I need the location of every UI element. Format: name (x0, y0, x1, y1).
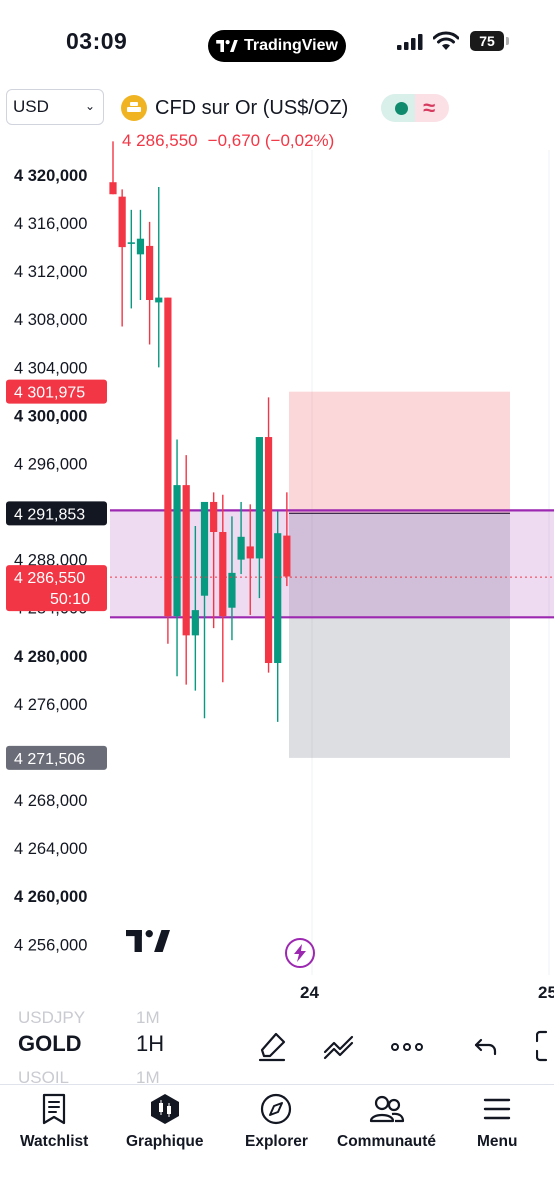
y-axis-tick-label: 4 316,000 (14, 215, 87, 233)
position-target-zone (289, 391, 510, 514)
tab-explorer[interactable]: Explorer (245, 1093, 308, 1151)
candle (155, 187, 163, 368)
watchlist-icon (43, 1093, 66, 1125)
candle (127, 209, 135, 309)
tradingview-watermark-icon (126, 930, 170, 952)
currency-select[interactable]: USD ⌄ (6, 89, 104, 125)
brush-icon[interactable] (256, 1030, 288, 1062)
y-axis-tick-label: 4 276,000 (14, 696, 87, 714)
tab-menu-label: Menu (477, 1133, 518, 1150)
y-axis-tick-label: 4 300,000 (14, 407, 87, 425)
tab-menu[interactable]: Menu (477, 1093, 517, 1151)
symbol-title[interactable]: CFD sur Or (US$/OZ) (121, 94, 348, 122)
compass-icon (261, 1093, 292, 1125)
y-axis-tick-label: 4 304,000 (14, 359, 87, 377)
symbol-current[interactable]: GOLD (18, 1031, 82, 1057)
symbol-prev[interactable]: USDJPY (18, 1008, 85, 1028)
candle (118, 189, 126, 327)
tab-bar: Watchlist Graphique Explorer Communauté (0, 1084, 554, 1200)
candle (173, 439, 181, 677)
price-tag-label: 4 271,506 (14, 751, 85, 768)
y-axis-tick-label: 4 256,000 (14, 936, 87, 954)
price-tag-countdown: 50:10 (50, 591, 90, 608)
date-label-24: 24 (300, 983, 319, 1002)
price-summary: 4 286,550 −0,670 (−0,02%) (122, 131, 334, 151)
tab-watchlist-label: Watchlist (20, 1133, 89, 1150)
y-axis-tick-label: 4 320,000 (14, 167, 87, 185)
menu-icon (484, 1098, 511, 1120)
timeframe-current[interactable]: 1H (136, 1031, 164, 1057)
approx-data-icon: ≈ (423, 95, 436, 120)
candle (164, 297, 172, 644)
price-tag-label: 4 286,550 (14, 570, 85, 587)
undo-icon[interactable] (472, 1030, 500, 1062)
y-axis-tick-label: 4 308,000 (14, 311, 87, 329)
last-price: 4 286,550 (122, 131, 198, 150)
more-options-icon[interactable] (390, 1030, 424, 1062)
y-axis-tick-label: 4 312,000 (14, 263, 87, 281)
tab-watchlist[interactable]: Watchlist (20, 1093, 88, 1151)
tab-communaute-label: Communauté (337, 1133, 437, 1150)
price-change: −0,670 (−0,02%) (207, 131, 335, 150)
symbol-name: CFD sur Or (US$/OZ) (155, 96, 349, 119)
market-status-chip[interactable]: ≈ (381, 94, 449, 122)
price-tag-label: 4 301,975 (14, 385, 85, 402)
date-label-25: 25 (538, 983, 554, 1002)
tab-communaute[interactable]: Communauté (337, 1093, 436, 1151)
currency-value: USD (13, 97, 49, 116)
flash-button[interactable] (285, 938, 315, 968)
candle (182, 455, 190, 685)
y-axis-tick-label: 4 260,000 (14, 888, 87, 906)
y-axis-tick-label: 4 264,000 (14, 840, 87, 858)
market-open-dot-icon (394, 101, 408, 115)
chevron-down-icon: ⌄ (84, 99, 95, 113)
tab-explorer-label: Explorer (245, 1133, 308, 1150)
tab-graphique-label: Graphique (126, 1133, 204, 1150)
trend-lines-icon[interactable] (322, 1030, 356, 1062)
community-icon (369, 1095, 404, 1123)
candle (109, 141, 117, 195)
price-tag-label: 4 291,853 (14, 506, 85, 523)
y-axis-tick-label: 4 268,000 (14, 792, 87, 810)
y-axis-tick-label: 4 296,000 (14, 455, 87, 473)
chart-icon (150, 1094, 179, 1124)
lightning-icon (294, 944, 306, 962)
timeframe-prev[interactable]: 1M (136, 1008, 160, 1028)
gold-bars-icon (121, 95, 147, 121)
candle (136, 209, 145, 301)
candle (264, 397, 273, 673)
tab-graphique[interactable]: Graphique (126, 1093, 204, 1151)
fullscreen-icon[interactable] (536, 1030, 554, 1062)
candle (146, 221, 154, 345)
y-axis-tick-label: 4 280,000 (14, 648, 87, 666)
candle (274, 511, 282, 722)
